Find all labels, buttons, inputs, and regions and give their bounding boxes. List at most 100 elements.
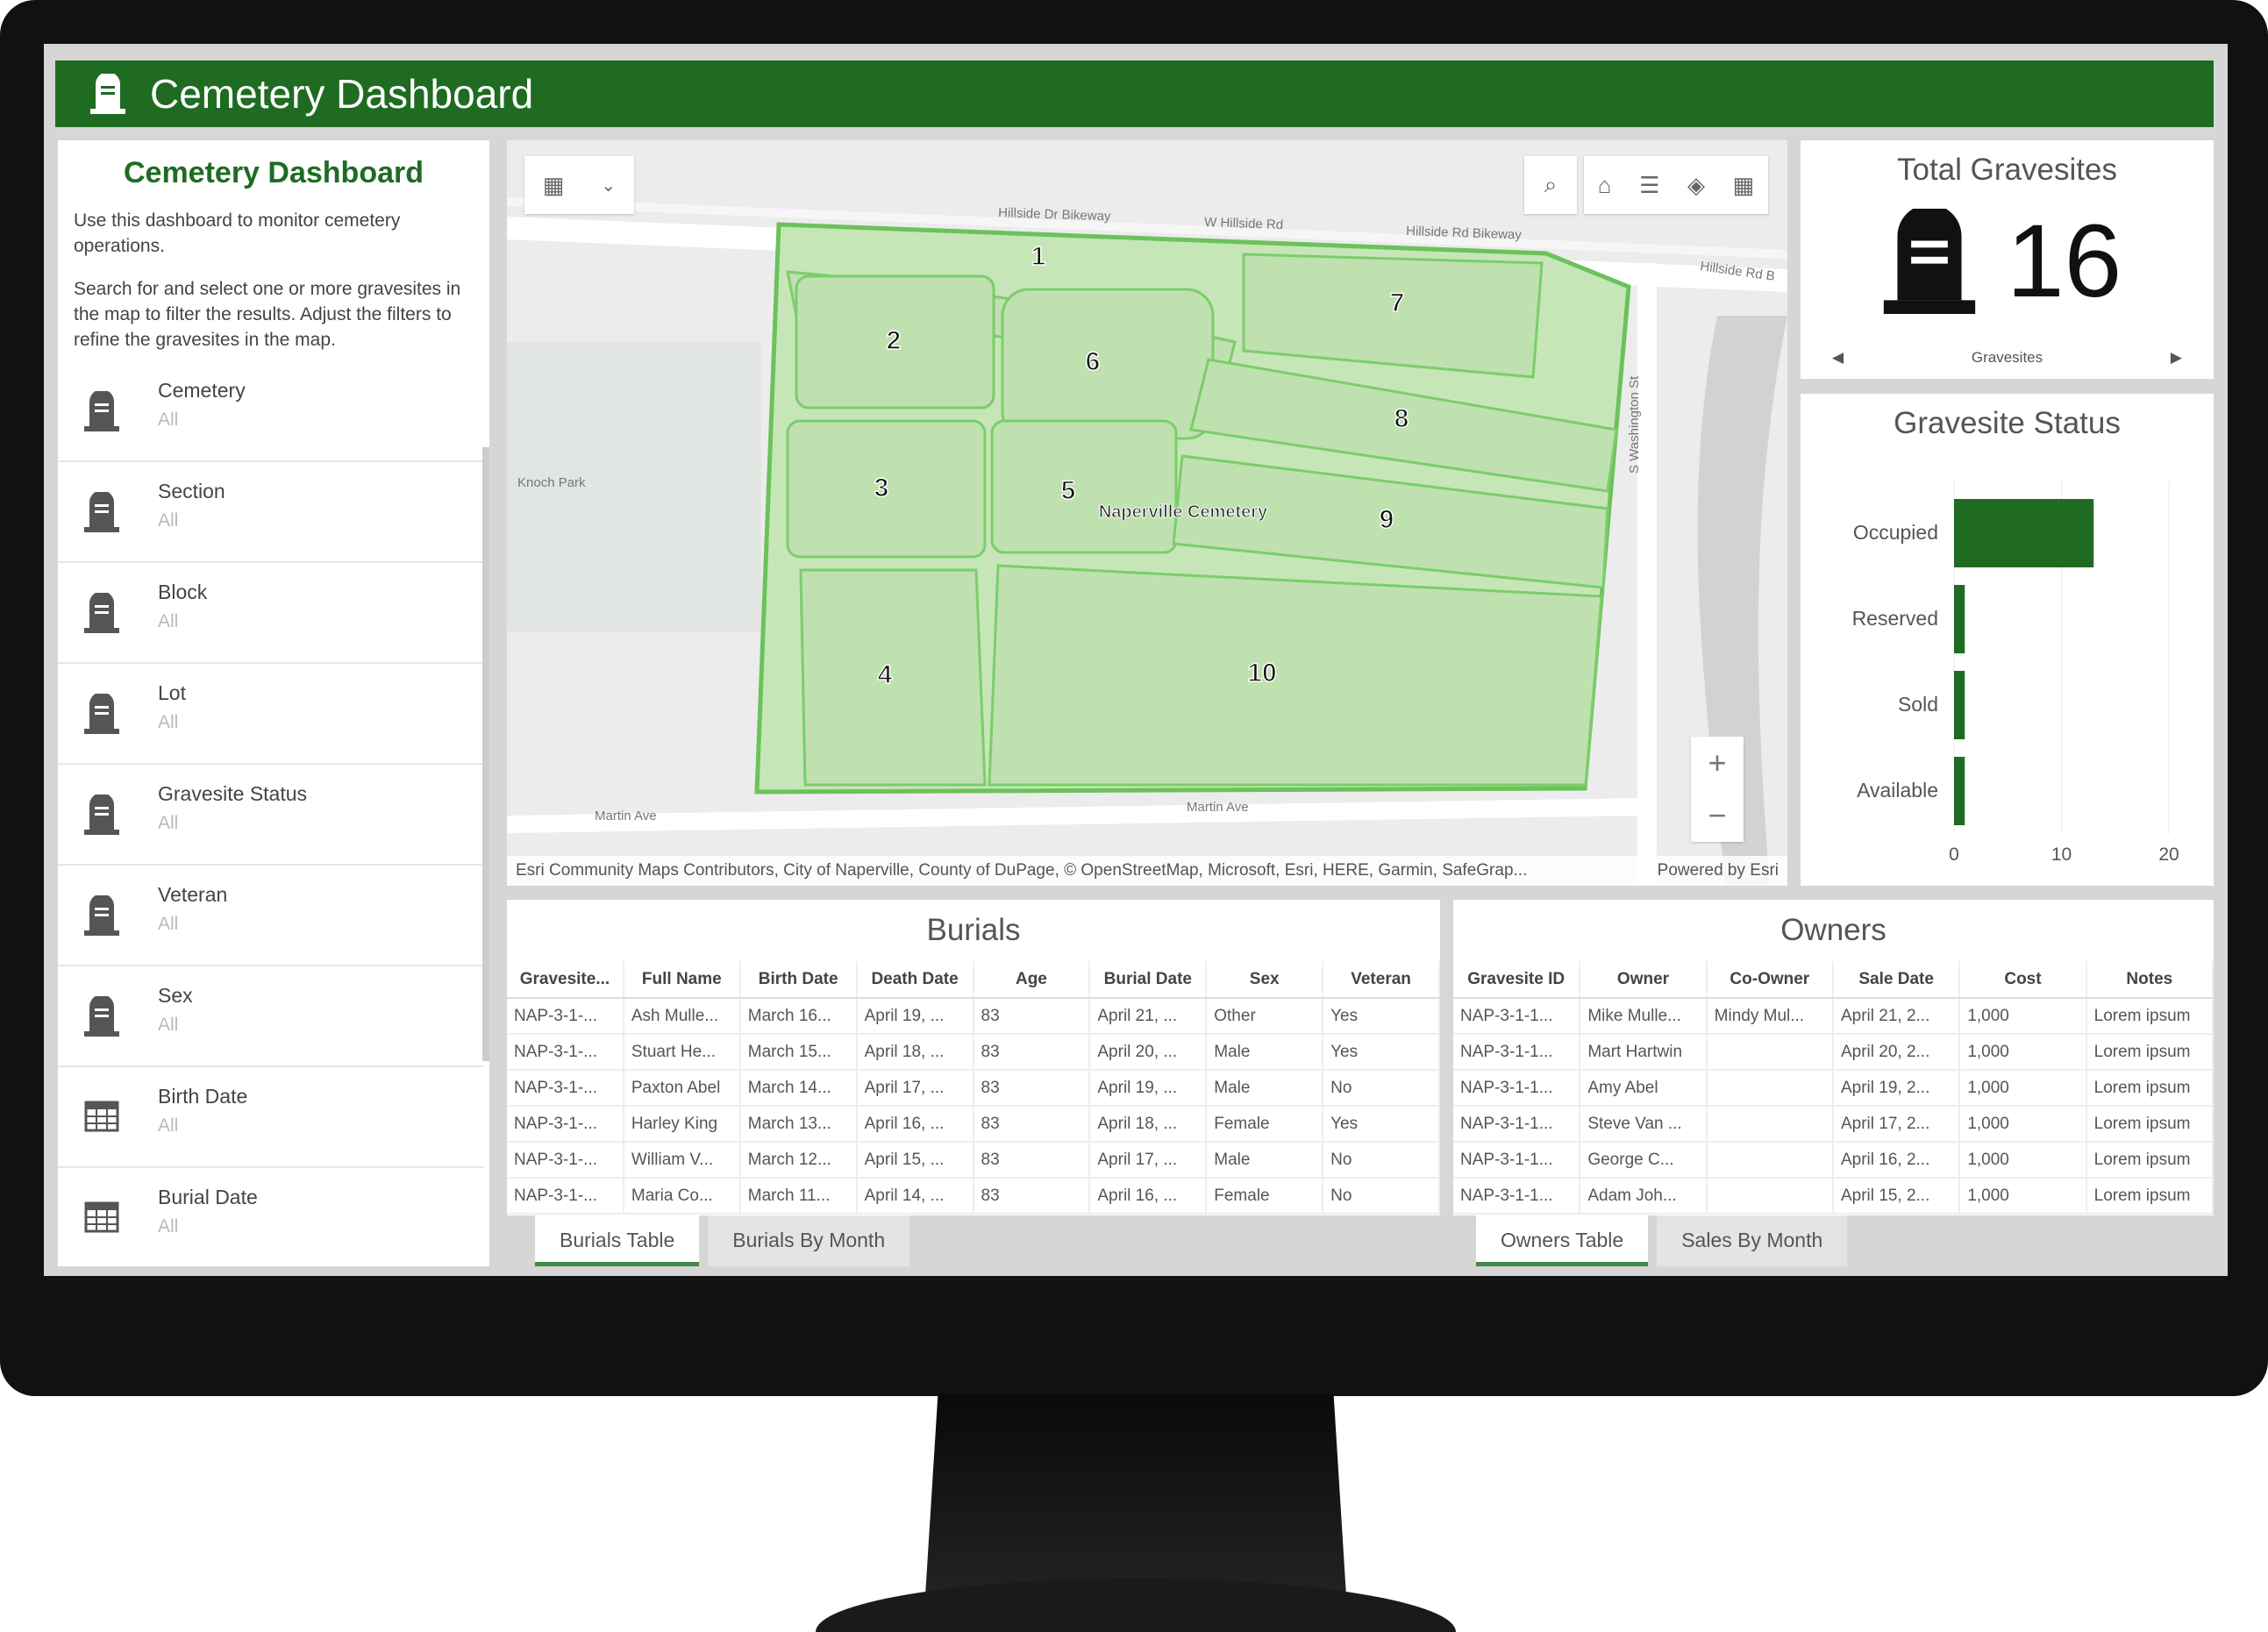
filter-label: Burial Date (158, 1186, 258, 1208)
x-tick-label: 10 (2051, 845, 2072, 865)
home-icon[interactable]: ⌂ (1598, 172, 1612, 199)
filter-gravesite-status[interactable]: Gravesite Status All (58, 765, 483, 866)
table-cell: April 21, 2... (1832, 998, 1961, 1035)
chevron-down-icon[interactable]: ⌄ (601, 175, 616, 196)
column-header[interactable]: Sale Date (1832, 961, 1961, 999)
table-cell: 83 (973, 1142, 1091, 1179)
zoom-out-button[interactable]: − (1708, 797, 1726, 834)
table-cell: 1,000 (1959, 1142, 2087, 1179)
filter-label: Sex (158, 984, 193, 1007)
table-row[interactable]: NAP-3-1-1... Mart Hartwin April 20, 2... 1,… (1453, 1034, 2214, 1071)
filter-value: All (158, 813, 179, 833)
bar-reserved[interactable] (1954, 585, 1965, 653)
table-row[interactable]: NAP-3-1-1... Adam Joh... April 15, 2... 1,0… (1453, 1178, 2214, 1215)
table-cell: NAP-3-1-1... (1453, 1034, 1581, 1071)
column-header[interactable]: Birth Date (739, 961, 858, 999)
tab-sales-by-month[interactable]: Sales By Month (1657, 1215, 1848, 1266)
table-row[interactable]: NAP-3-1-... Ash Mulle... March 16... April … (507, 998, 1440, 1035)
bar-available[interactable] (1954, 757, 1965, 825)
section-label[interactable]: 4 (877, 659, 894, 690)
section-label[interactable]: 5 (1060, 475, 1076, 506)
column-header[interactable]: Death Date (856, 961, 974, 999)
column-header[interactable]: Age (973, 961, 1091, 999)
zoom-in-button[interactable]: + (1708, 745, 1726, 781)
table-row[interactable]: NAP-3-1-... Stuart He... March 15... April … (507, 1034, 1440, 1071)
section-label[interactable]: 8 (1394, 403, 1409, 434)
table-cell: Yes (1323, 1106, 1440, 1143)
section-label[interactable]: 7 (1389, 288, 1405, 318)
qr-grid-icon[interactable]: ▦ (1733, 172, 1755, 199)
powered-by-esri[interactable]: Powered by Esri (1658, 861, 1779, 880)
section-label[interactable]: 1 (1031, 241, 1046, 272)
bar-chart: 0 10 20 Occupied Reserved Sold Available (1852, 481, 2179, 865)
filter-block[interactable]: Block All (58, 563, 483, 664)
monitor-base (816, 1579, 1456, 1632)
table-cell: NAP-3-1-... (507, 1178, 624, 1215)
filter-value: All (158, 712, 179, 732)
section-label[interactable]: 10 (1247, 658, 1278, 688)
legend-icon[interactable]: ☰ (1639, 172, 1659, 199)
section-label[interactable]: 6 (1085, 346, 1101, 377)
bar-occupied[interactable] (1954, 499, 2094, 567)
table-row[interactable]: NAP-3-1-1... Mike Mulle... Mindy Mul... Apr… (1453, 998, 2214, 1035)
column-header[interactable]: Co-Owner (1706, 961, 1834, 999)
filter-birth-date[interactable]: Birth Date All (58, 1067, 483, 1168)
filter-burial-date[interactable]: Burial Date All (58, 1168, 483, 1266)
column-header[interactable]: Notes (2086, 961, 2214, 999)
tab-burials-by-month[interactable]: Burials By Month (708, 1215, 910, 1266)
column-header[interactable]: Burial Date (1089, 961, 1208, 999)
section-label[interactable]: 2 (886, 325, 902, 356)
header-bar: Cemetery Dashboard (55, 61, 2214, 127)
sidebar-scrollbar[interactable] (482, 447, 489, 1061)
burials-title: Burials (926, 913, 1021, 947)
table-row[interactable]: NAP-3-1-1... George C... April 16, 2... 1,0… (1453, 1142, 2214, 1179)
section-label[interactable]: 3 (874, 473, 889, 503)
table-row[interactable]: NAP-3-1-... Harley King March 13... April 1… (507, 1106, 1440, 1143)
filter-veteran[interactable]: Veteran All (58, 866, 483, 966)
table-row[interactable]: NAP-3-1-... Paxton Abel March 14... April 1… (507, 1070, 1440, 1107)
dashboard-title: Cemetery Dashboard (150, 71, 534, 117)
column-header[interactable]: Sex (1206, 961, 1324, 999)
column-header[interactable]: Veteran (1323, 961, 1440, 999)
column-header[interactable]: Owner (1580, 961, 1708, 999)
section-label[interactable]: 9 (1379, 504, 1394, 535)
table-row[interactable]: NAP-3-1-... William V... March 12... April … (507, 1142, 1440, 1179)
attribution-text[interactable]: Esri Community Maps Contributors, City o… (516, 861, 1527, 880)
next-arrow-icon[interactable]: ▶ (2171, 349, 2182, 367)
basemap-gallery-icon[interactable]: ▦ (543, 172, 565, 199)
filter-section[interactable]: Section All (58, 462, 483, 563)
filter-lot[interactable]: Lot All (58, 664, 483, 765)
table-cell: 1,000 (1959, 1070, 2087, 1107)
column-header[interactable]: Cost (1959, 961, 2087, 999)
filter-value: All (158, 611, 179, 631)
layers-icon[interactable]: ◈ (1687, 172, 1705, 199)
headstone-icon (84, 692, 123, 738)
map-canvas[interactable]: Hillside Dr Bikeway W Hillside Rd Hillsi… (507, 140, 1787, 886)
table-cell: April 19, 2... (1832, 1070, 1961, 1107)
table-row[interactable]: NAP-3-1-1... Steve Van ... April 17, 2... 1… (1453, 1106, 2214, 1143)
filter-sex[interactable]: Sex All (58, 966, 483, 1067)
filter-cemetery[interactable]: Cemetery All (58, 361, 483, 462)
map-panel[interactable]: Hillside Dr Bikeway W Hillside Rd Hillsi… (507, 140, 1787, 886)
table-cell (1706, 1106, 1834, 1143)
table-row[interactable]: NAP-3-1-... Maria Co... March 11... April 1… (507, 1178, 1440, 1215)
column-header[interactable]: Full Name (623, 961, 741, 999)
bar-sold[interactable] (1954, 671, 1965, 739)
filter-label: Section (158, 480, 225, 502)
road-label: W Hillside Rd (1204, 215, 1284, 232)
table-cell (1706, 1034, 1834, 1071)
tab-owners-table[interactable]: Owners Table (1476, 1215, 1649, 1266)
column-header[interactable]: Gravesite... (507, 961, 624, 999)
map-search-button[interactable]: ⌕ (1524, 156, 1577, 214)
column-header[interactable]: Gravesite ID (1453, 961, 1581, 999)
tab-burials-table[interactable]: Burials Table (535, 1215, 700, 1266)
zoom-controls: + − (1691, 737, 1744, 842)
table-row[interactable]: NAP-3-1-1... Amy Abel April 19, 2... 1,000 L… (1453, 1070, 2214, 1107)
owners-panel: Owners Gravesite ID Owner Co-Owner Sale Dat… (1453, 900, 2214, 1215)
table-cell: Lorem ipsum (2086, 1034, 2214, 1071)
headstone-icon (84, 894, 123, 940)
table-cell: No (1323, 1142, 1440, 1179)
filter-label: Cemetery (158, 379, 246, 402)
filter-label: Birth Date (158, 1085, 248, 1108)
prev-arrow-icon[interactable]: ◀ (1832, 349, 1844, 367)
